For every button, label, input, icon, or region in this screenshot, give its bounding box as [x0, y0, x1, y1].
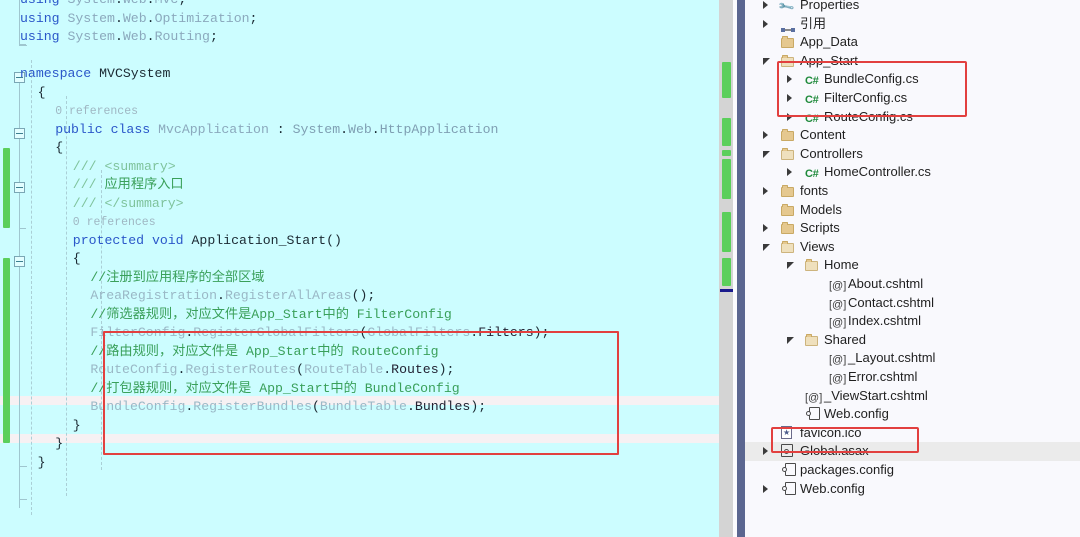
- tree-item-layout-cshtml[interactable]: [@] _Layout.cshtml: [745, 349, 1080, 368]
- tree-item-label: Controllers: [800, 145, 863, 161]
- code-line: using System.Web.Mvc;: [20, 0, 186, 10]
- indent-guide: [31, 60, 32, 515]
- code-line: }: [37, 454, 46, 470]
- tree-item-web-config[interactable]: Web.config: [745, 405, 1080, 424]
- code-line: {: [37, 84, 46, 100]
- code-line: protected void Application_Start(): [72, 232, 342, 248]
- tree-item-label: Web.config: [824, 406, 889, 422]
- tree-item-scripts[interactable]: Scripts: [745, 219, 1080, 238]
- chevron-right-icon[interactable]: [763, 187, 768, 195]
- tree-item-label: Home: [824, 257, 859, 273]
- scrollbar-change-marker: [722, 258, 731, 286]
- code-line: 0 references: [72, 216, 156, 229]
- tree-item-label: Index.cshtml: [848, 313, 921, 329]
- tree-item-contact-cshtml[interactable]: [@] Contact.cshtml: [745, 294, 1080, 313]
- pane-splitter[interactable]: [737, 0, 745, 537]
- scrollbar-change-marker: [722, 159, 731, 199]
- registration-code-highlight: [103, 331, 619, 455]
- fold-tick: [19, 228, 26, 229]
- chevron-down-icon[interactable]: [787, 262, 794, 270]
- code-line: using System.Web.Optimization;: [20, 10, 258, 26]
- visual-studio-window: using System.Web.Mvc;using System.Web.Op…: [0, 0, 1080, 537]
- tree-item-packages-config[interactable]: packages.config: [745, 461, 1080, 480]
- tree-item-label: Views: [800, 238, 835, 254]
- tree-item-models[interactable]: Models: [745, 201, 1080, 220]
- tree-item-label: Models: [800, 201, 842, 217]
- chevron-right-icon[interactable]: [787, 168, 792, 177]
- chevron-right-icon[interactable]: [763, 484, 768, 493]
- tree-item-fonts[interactable]: fonts: [745, 182, 1080, 201]
- tree-item-controllers[interactable]: Controllers: [745, 145, 1080, 164]
- code-editor-pane[interactable]: using System.Web.Mvc;using System.Web.Op…: [0, 0, 719, 537]
- tree-item-homecontroller-cs[interactable]: C# HomeController.cs: [745, 163, 1080, 182]
- global-asax-highlight: [771, 427, 919, 453]
- tree-item-label: fonts: [800, 183, 829, 198]
- tree-item-label: Error.cshtml: [848, 369, 918, 384]
- app-start-config-files-highlight: [777, 61, 967, 117]
- scrollbar-change-marker: [722, 118, 731, 146]
- fold-line: [19, 78, 20, 508]
- tree-item-label: _Layout.cshtml: [848, 350, 936, 366]
- scrollbar-change-marker: [722, 212, 731, 252]
- tree-item-label: App_Data: [800, 34, 858, 50]
- tree-item-properties[interactable]: 🔧 Properties: [745, 0, 1080, 16]
- code-line: /// </summary>: [72, 195, 184, 211]
- tree-item-label: 引用: [800, 15, 827, 31]
- tree-item-error-cshtml[interactable]: [@] Error.cshtml: [745, 368, 1080, 387]
- chevron-down-icon[interactable]: [763, 57, 770, 65]
- tree-item-about-cshtml[interactable]: [@] About.cshtml: [745, 275, 1080, 294]
- fold-toggle-class[interactable]: [14, 128, 25, 139]
- code-line: using System.Web.Routing;: [20, 29, 218, 44]
- tree-item-home[interactable]: Home: [745, 256, 1080, 275]
- code-line: namespace MVCSystem: [20, 66, 171, 81]
- chevron-down-icon[interactable]: [763, 243, 770, 251]
- tree-item-label: HomeController.cs: [824, 164, 931, 180]
- tree-item-label: _ViewStart.cshtml: [824, 387, 928, 403]
- fold-toggle-summary[interactable]: [14, 182, 25, 193]
- tree-item-app-data[interactable]: App_Data: [745, 33, 1080, 52]
- tree-item-shared[interactable]: Shared: [745, 331, 1080, 350]
- code-line: //筛选器规则，对应文件是App_Start中的 FilterConfig: [90, 306, 452, 322]
- code-line: public class MvcApplication : System.Web…: [55, 121, 499, 137]
- chevron-right-icon[interactable]: [763, 224, 768, 233]
- tree-item-web-config[interactable]: Web.config: [745, 480, 1080, 499]
- code-line: }: [55, 436, 64, 451]
- tree-item-label: packages.config: [800, 462, 894, 477]
- tree-item-[interactable]: 引用: [745, 15, 1080, 34]
- chevron-right-icon[interactable]: [763, 19, 768, 28]
- tree-item-viewstart-cshtml[interactable]: [@] _ViewStart.cshtml: [745, 387, 1080, 406]
- indent-guide: [66, 96, 67, 496]
- tree-item-label: Contact.cshtml: [848, 294, 934, 310]
- tree-item-views[interactable]: Views: [745, 238, 1080, 257]
- fold-toggle-method[interactable]: [14, 256, 25, 267]
- code-line: /// 应用程序入口: [72, 177, 184, 192]
- scrollbar-change-marker: [722, 150, 731, 156]
- chevron-down-icon[interactable]: [787, 336, 794, 344]
- tree-item-label: About.cshtml: [848, 276, 924, 291]
- chevron-right-icon[interactable]: [763, 1, 768, 9]
- code-line: {: [55, 140, 64, 155]
- tree-item-label: Properties: [800, 0, 860, 12]
- chevron-right-icon[interactable]: [763, 131, 768, 140]
- tree-item-content[interactable]: Content: [745, 126, 1080, 145]
- tree-item-label: Shared: [824, 331, 866, 347]
- tree-item-label: Content: [800, 127, 846, 143]
- solution-explorer-tree[interactable]: 🔧 Properties 引用 App_Data App_Start C# BundleCo…: [745, 0, 1080, 537]
- tree-item-label: Web.config: [800, 480, 865, 496]
- code-line: 0 references: [55, 105, 139, 118]
- fold-bracket: [19, 466, 27, 500]
- chevron-down-icon[interactable]: [763, 150, 770, 158]
- scrollbar-change-marker: [722, 62, 731, 98]
- code-line: }: [72, 417, 81, 433]
- code-line: //注册到应用程序的全部区域: [90, 269, 265, 285]
- chevron-right-icon[interactable]: [763, 447, 768, 456]
- code-line: AreaRegistration.RegisterAllAreas();: [90, 288, 376, 303]
- code-line: /// <summary>: [72, 158, 176, 174]
- tree-item-index-cshtml[interactable]: [@] Index.cshtml: [745, 312, 1080, 331]
- code-line: {: [72, 251, 81, 266]
- tree-item-label: Scripts: [800, 220, 840, 236]
